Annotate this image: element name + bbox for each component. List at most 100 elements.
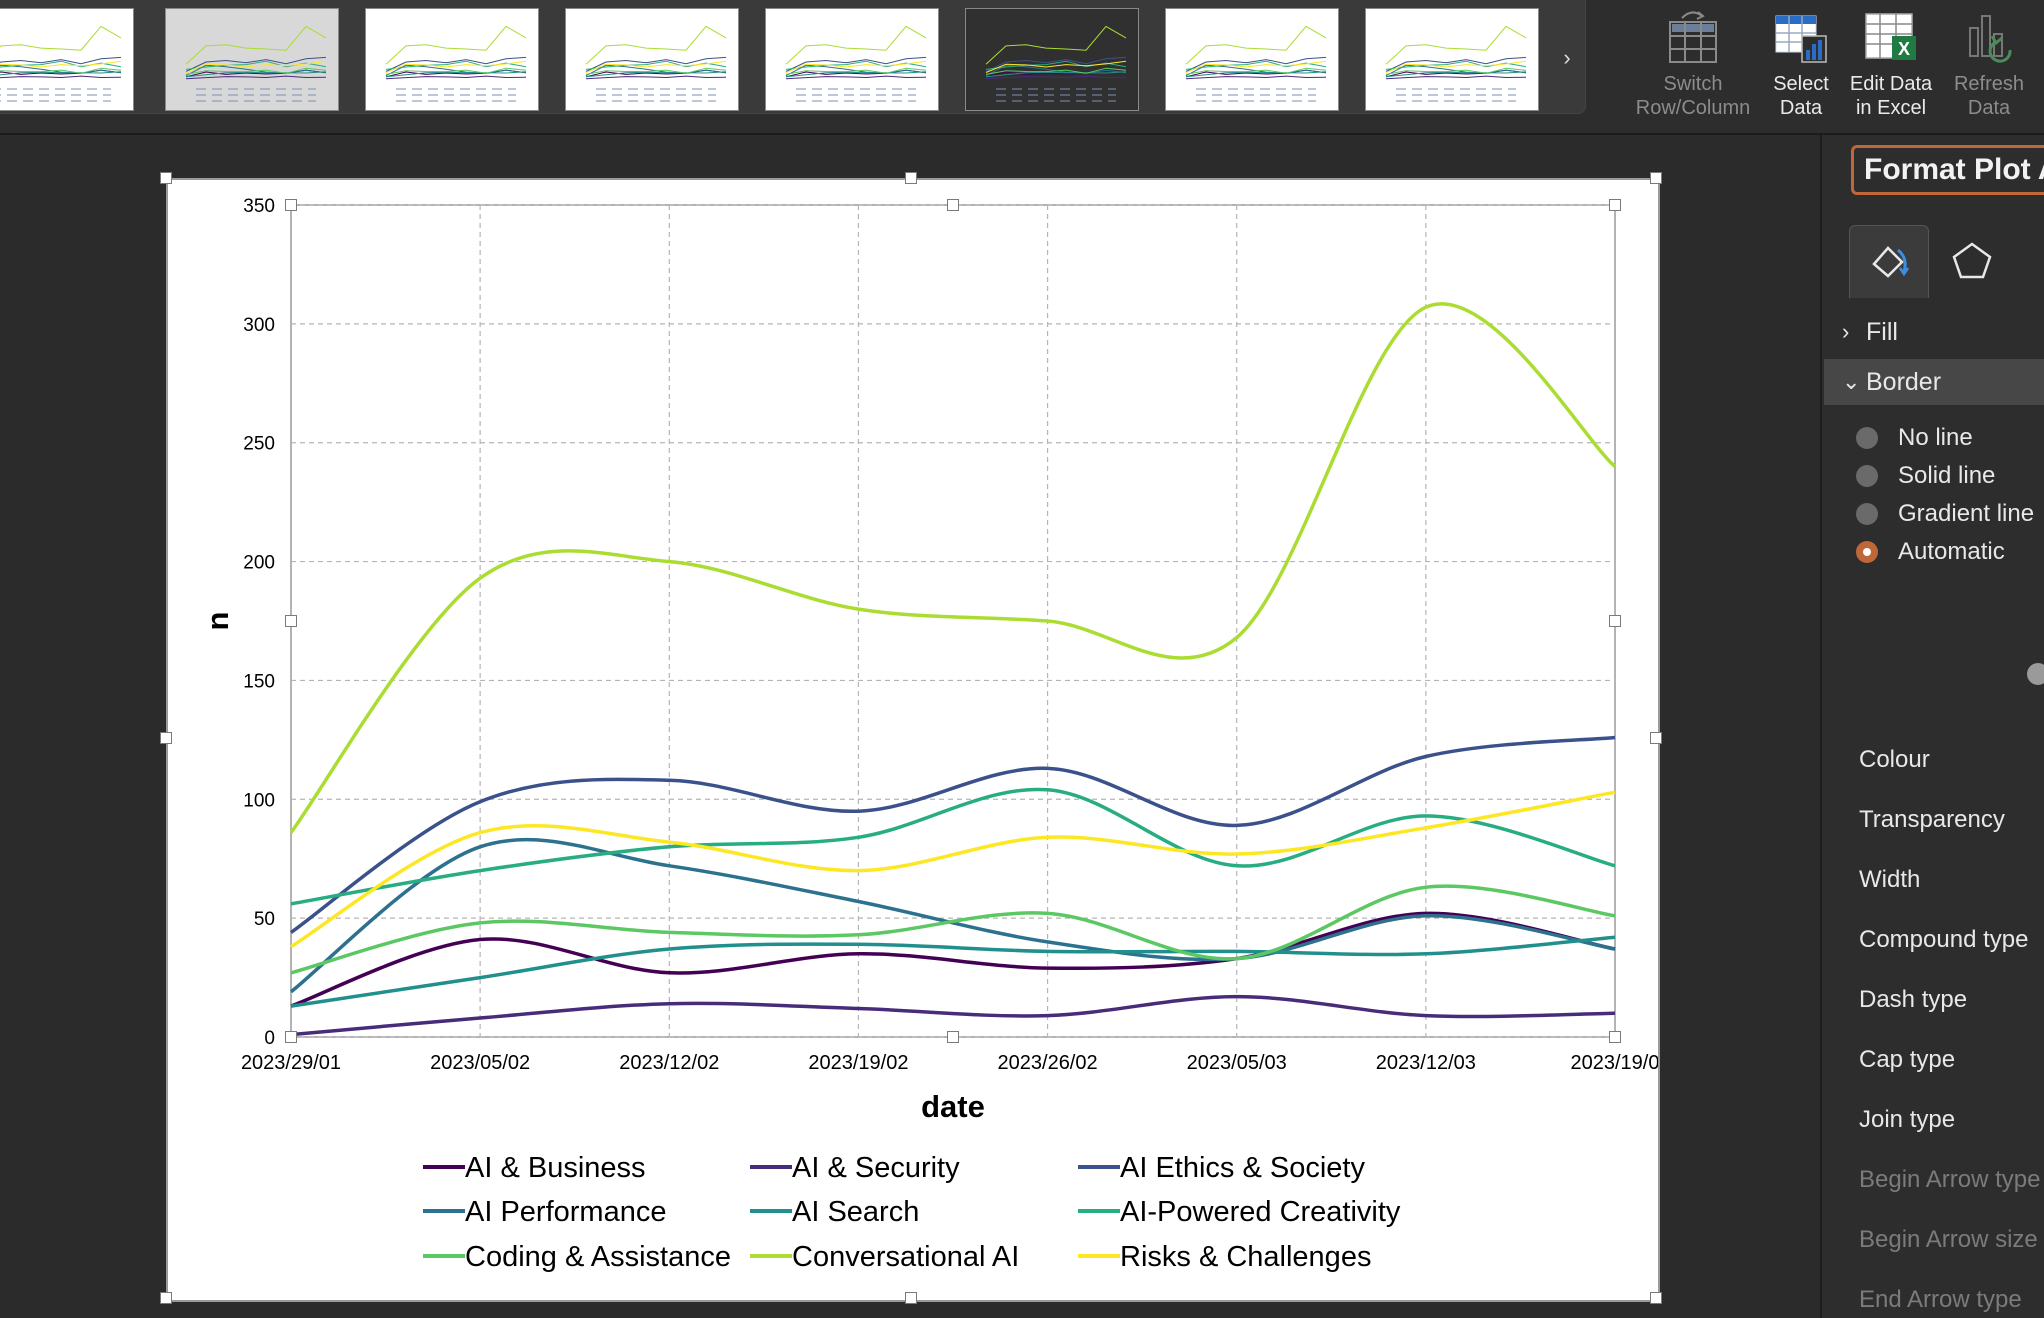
select-data-label-2: Data (1779, 97, 1823, 119)
y-tick-label: 300 (243, 315, 275, 336)
format-pane: Format Plot A › Fill ⌄ Border No line Sol… (1820, 135, 2044, 1318)
plot-area-resize-handle[interactable] (1609, 615, 1621, 627)
select-data-button[interactable]: Select Data (1764, 6, 1838, 126)
series-line[interactable] (289, 837, 1616, 994)
chart-styles-gallery: › (0, 0, 1586, 114)
plot-area-resize-handle[interactable] (285, 1031, 297, 1043)
chart-resize-handle[interactable] (1650, 1292, 1662, 1304)
switch-row-column-label-1: Switch (1663, 73, 1723, 95)
x-tick-label: 2023/12/02 (619, 1052, 719, 1074)
tab-effects[interactable] (1932, 225, 2010, 297)
switch-row-column-icon (1669, 11, 1717, 63)
prop-dash-type: Dash type (1859, 986, 1968, 1013)
chart-style-2[interactable] (165, 8, 339, 111)
x-tick-label: 2023/26/02 (998, 1052, 1098, 1074)
series-line[interactable] (290, 787, 1616, 906)
y-tick-label: 250 (243, 434, 275, 455)
chart-style-4[interactable] (565, 8, 739, 111)
chart-style-preview (585, 25, 727, 102)
svg-text:X: X (1898, 39, 1910, 59)
chart-style-preview (185, 25, 327, 102)
series-line[interactable] (289, 302, 1617, 834)
chart-style-5[interactable] (765, 8, 939, 111)
chart-style-preview (785, 25, 927, 102)
prop-begin-arrow-type: Begin Arrow type (1859, 1166, 2041, 1193)
y-tick-label: 50 (254, 909, 275, 930)
refresh-data-button[interactable]: Refresh Data (1946, 6, 2032, 126)
radio-button-icon[interactable] (1856, 427, 1878, 449)
edit-data-label-1: Edit Data (1849, 73, 1933, 95)
radio-label: No line (1898, 424, 1973, 451)
chart-resize-handle[interactable] (160, 172, 172, 184)
legend-entry[interactable]: AI Ethics & Society (1120, 1152, 1365, 1184)
plot-area-resize-handle[interactable] (285, 199, 297, 211)
chart-resize-handle[interactable] (160, 1292, 172, 1304)
transparency-slider-knob[interactable] (2027, 663, 2044, 685)
chart-resize-handle[interactable] (1650, 172, 1662, 184)
radio-button-icon[interactable] (1856, 541, 1878, 563)
x-tick-label: 2023/19/02 (808, 1052, 908, 1074)
chart-style-7[interactable] (1165, 8, 1339, 111)
chart-style-preview (985, 25, 1127, 102)
x-tick-label: 2023/12/03 (1376, 1052, 1476, 1074)
pane-title: Format Plot A (1851, 145, 2044, 195)
chart-style-6[interactable] (965, 8, 1139, 111)
plot-area-resize-handle[interactable] (1609, 199, 1621, 211)
plot-area-resize-handle[interactable] (947, 1031, 959, 1043)
line-chart: 0 50 100 150 200 250 300 350 2023/29/01 2023/05/0… (200, 196, 1658, 1273)
prop-colour: Colour (1859, 746, 1930, 773)
series-line[interactable] (290, 735, 1616, 934)
plot-area-resize-handle[interactable] (1609, 1031, 1621, 1043)
x-tick-label: 2023/19/0 (1571, 1052, 1658, 1074)
legend-entry[interactable]: AI & Business (465, 1152, 646, 1184)
radio-label: Gradient line (1898, 500, 2035, 527)
legend-entry[interactable]: AI Performance (465, 1196, 666, 1228)
legend-entry[interactable]: Risks & Challenges (1120, 1241, 1371, 1273)
radio-button-icon[interactable] (1856, 465, 1878, 487)
chart-style-1[interactable] (0, 8, 134, 111)
legend-entry[interactable]: Conversational AI (792, 1241, 1019, 1273)
x-axis-title[interactable]: date (921, 1089, 985, 1124)
edit-data-in-excel-button[interactable]: X Edit Data in Excel (1844, 6, 1938, 126)
legend-entry[interactable]: AI-Powered Creativity (1120, 1196, 1401, 1228)
series-line[interactable] (290, 994, 1616, 1037)
plot-area-resize-handle[interactable] (285, 615, 297, 627)
tab-fill-and-line[interactable] (1849, 225, 1929, 298)
chart-resize-handle[interactable] (905, 172, 917, 184)
chart-area[interactable]: 0 50 100 150 200 250 300 350 2023/29/01 2023/05/0… (160, 172, 1662, 1304)
gallery-next-icon[interactable]: › (1552, 40, 1582, 76)
ribbon: › Switch Row/Column Select Data X Edit D… (0, 0, 2044, 135)
chart-style-preview (0, 25, 122, 102)
excel-icon: X (1865, 13, 1916, 60)
fill-section-header[interactable]: › Fill (1824, 309, 2044, 355)
switch-row-column-button[interactable]: Switch Row/Column (1630, 6, 1756, 126)
chart-style-8[interactable] (1365, 8, 1539, 111)
prop-end-arrow-type: End Arrow type (1859, 1286, 2022, 1313)
chart-resize-handle[interactable] (1650, 732, 1662, 744)
legend-entry[interactable]: AI & Security (792, 1152, 960, 1184)
chart-resize-handle[interactable] (160, 732, 172, 744)
y-axis-title[interactable]: n (200, 612, 235, 631)
chart-style-preview (385, 25, 527, 102)
chart-style-3[interactable] (365, 8, 539, 111)
refresh-data-label-2: Data (1967, 97, 2011, 119)
prop-transparency: Transparency (1859, 806, 2005, 833)
border-section-label: Border (1866, 368, 1942, 396)
chevron-right-icon: › (1842, 319, 1850, 344)
radio-button-icon[interactable] (1856, 503, 1878, 525)
prop-cap-type: Cap type (1859, 1046, 1956, 1073)
y-tick-label: 350 (243, 196, 275, 217)
edit-data-label-2: in Excel (1855, 97, 1927, 119)
plot-area-resize-handle[interactable] (947, 199, 959, 211)
y-tick-label: 150 (243, 671, 275, 692)
chart-resize-handle[interactable] (905, 1292, 917, 1304)
pentagon-icon (1952, 242, 1992, 279)
paint-bucket-icon (1872, 246, 1910, 278)
series-line[interactable] (290, 935, 1616, 1008)
legend-entry[interactable]: Coding & Assistance (465, 1241, 731, 1273)
radio-label: Solid line (1898, 462, 1996, 489)
legend-entry[interactable]: AI Search (792, 1196, 919, 1228)
border-section-header[interactable]: ⌄ Border (1824, 359, 2044, 405)
x-tick-label: 2023/05/03 (1187, 1052, 1287, 1074)
series-line[interactable] (290, 911, 1616, 1008)
